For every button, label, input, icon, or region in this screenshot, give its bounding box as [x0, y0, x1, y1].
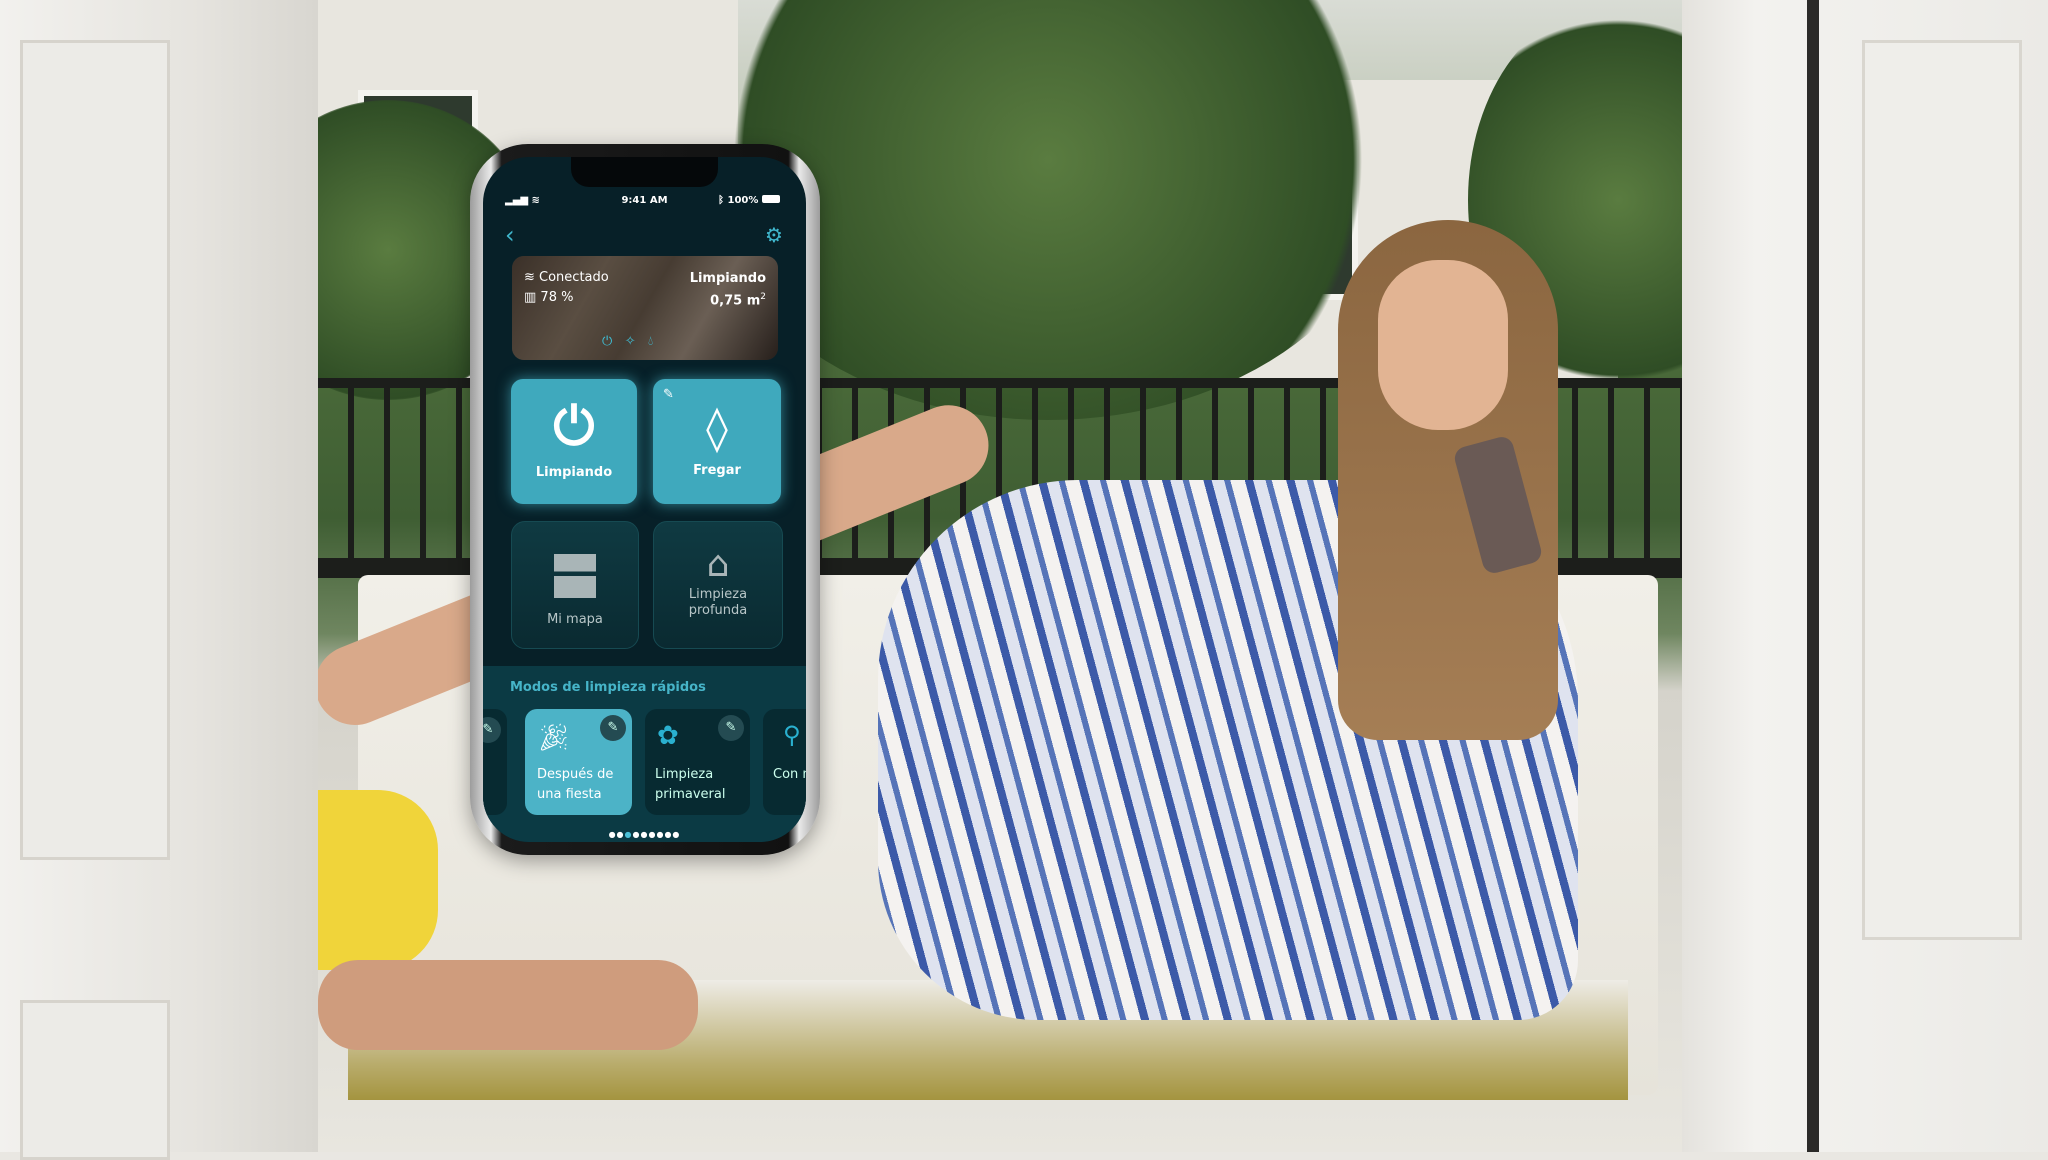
party-popper-icon: ✧ [624, 334, 636, 349]
cleaning-state: Limpiando [689, 271, 766, 286]
power-icon: ⏻ [602, 334, 613, 349]
wifi-icon: ≋ [524, 270, 540, 285]
quick-mode-card[interactable]: ✎ 🎉︎ Después de una fiesta [525, 709, 632, 815]
limpiando-label: Limpiando [535, 465, 613, 480]
battery-percent: 100% [727, 195, 759, 206]
door-frame-right [1682, 0, 2048, 1152]
party-popper-icon: 🎉︎ [537, 723, 571, 753]
person-leg [318, 960, 698, 1050]
area-value: 0,75 m [710, 293, 761, 309]
water-drop-icon: 💧︎ [648, 334, 654, 349]
edit-icon[interactable]: ✎ [718, 715, 744, 741]
edit-icon[interactable]: ✎ [600, 715, 626, 741]
flower-icon: ✿ [657, 721, 679, 751]
sparkle-house-icon: ⌂ [706, 544, 730, 585]
door-frame-left [0, 0, 318, 1160]
quick-mode-label: Limpieza primaveral [655, 767, 726, 802]
door-jamb [1807, 0, 1819, 1152]
water-drop-icon: ◊ [706, 403, 728, 454]
map-icon [554, 554, 596, 598]
quick-modes-title: Modos de limpieza rápidos [510, 680, 706, 695]
battery-icon: ▥ [524, 290, 541, 305]
quick-mode-card[interactable]: ✎ ✿ Limpieza primaveral [645, 709, 750, 815]
area-unit-sup: 2 [760, 292, 766, 302]
limpiando-button[interactable]: ⏻ Limpiando [511, 379, 637, 504]
quick-mode-card-previous[interactable]: ✎ [483, 709, 507, 815]
mode-indicator-icons: ⏻ ✧ 💧︎ [602, 334, 653, 349]
person-face [1378, 260, 1508, 430]
robot-status-banner: ≋ Conectado ▥ 78 % Limpiando 0,75 m2 ⏻ ✧… [512, 256, 778, 360]
door-panel [20, 40, 170, 860]
battery-level: 78 % [540, 290, 574, 305]
phone-notch [571, 157, 718, 187]
limpieza-profunda-label: Limpieza profunda [688, 587, 748, 618]
edit-icon[interactable]: ✎ [483, 717, 501, 743]
fregar-label: Fregar [693, 463, 741, 478]
status-battery: ᛒ 100% [718, 195, 780, 206]
edit-icon[interactable]: ✎ [663, 387, 674, 402]
settings-gear-icon[interactable]: ⚙ [765, 223, 783, 247]
phone-screen: ▂▄▆ ≋ 9:41 AM ᛒ 100% ‹ ⚙ ≋ Conectado ▥ 7… [483, 157, 806, 842]
mi-mapa-label: Mi mapa [547, 612, 603, 627]
quick-mode-label: Con mar [773, 767, 806, 782]
door-panel [20, 1000, 170, 1160]
power-icon: ⏻ [553, 397, 595, 457]
connection-label: Conectado [539, 270, 609, 285]
fregar-button[interactable]: ✎ ◊ Fregar [653, 379, 781, 504]
mi-mapa-button[interactable]: Mi mapa [511, 521, 639, 649]
connection-status: ≋ Conectado [524, 270, 609, 285]
door-panel [1862, 40, 2022, 940]
mop-icon: ⚲ [783, 721, 801, 749]
battery-icon [761, 195, 780, 203]
quick-mode-label: Después de una fiesta [537, 767, 614, 802]
quick-mode-card[interactable]: ⚲ Con mar [763, 709, 806, 815]
battery-status: ▥ 78 % [524, 290, 573, 305]
page-indicator[interactable]: ●●●●●●●●● [483, 830, 806, 839]
yellow-pillow [318, 790, 438, 970]
cleaned-area: 0,75 m2 [710, 292, 766, 308]
back-button[interactable]: ‹ [505, 221, 515, 249]
limpieza-profunda-button[interactable]: ⌂ Limpieza profunda [653, 521, 783, 649]
